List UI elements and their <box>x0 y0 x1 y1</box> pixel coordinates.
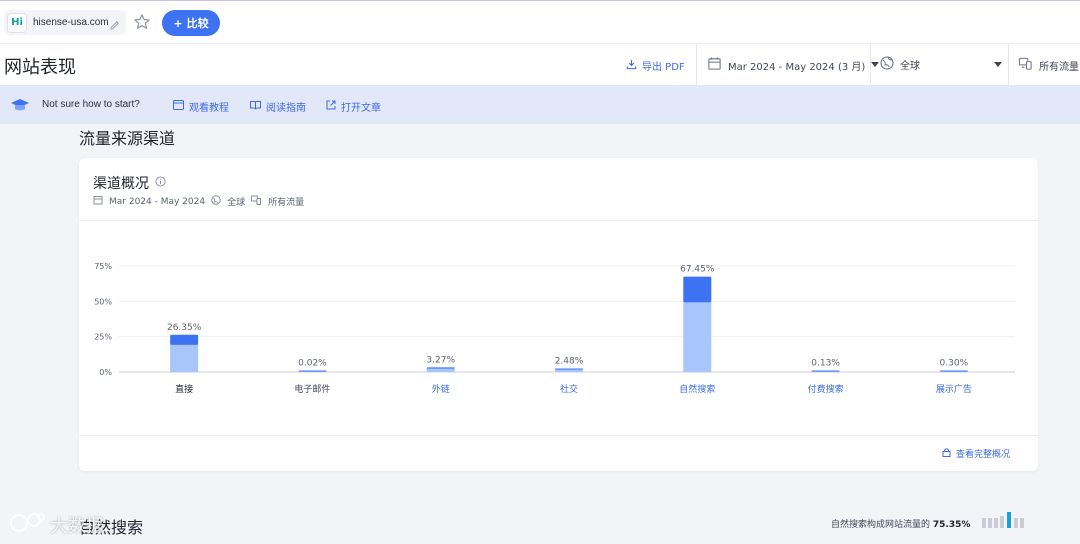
bar-segment-light <box>426 368 455 372</box>
chart-svg: 0% 25% 50% 75% 26.35% 直接 0.02% 电子邮件 3.27% 外链 2.48%… <box>94 262 1015 395</box>
page-title: 网站表现 <box>4 57 76 78</box>
watermark: 大数据 <box>8 511 104 538</box>
plus-icon: + <box>173 16 183 30</box>
open-article-label: 打开文章 <box>341 103 381 114</box>
watermark-logo-icon <box>8 511 46 538</box>
bar-value-label: 67.45% <box>680 265 715 275</box>
book-icon <box>250 100 261 113</box>
bar-segment-light <box>683 302 712 372</box>
top-bar: Hi hisense-usa.com + 比较 <box>0 0 1080 44</box>
card-meta: Mar 2024 - May 2024 全球 所有流量 <box>93 195 304 208</box>
card-meta-traffic: 所有流量 <box>268 198 305 208</box>
open-article-link[interactable]: 打开文章 <box>326 99 381 114</box>
organic-stat-value: 75.35% <box>932 520 971 530</box>
bar-segment-dark <box>170 334 199 345</box>
view-full-overview-link[interactable]: 查看完整概况 <box>942 447 1010 460</box>
y-tick-label: 25% <box>94 333 112 342</box>
site-name: hisense-usa.com <box>33 17 109 28</box>
bar-segment-light <box>555 369 583 372</box>
bar-value-label: 2.48% <box>555 356 584 366</box>
date-range-select[interactable]: Mar 2024 - May 2024 (3 月) <box>707 56 880 74</box>
calendar-icon <box>707 56 722 74</box>
globe-icon <box>880 56 894 73</box>
x-category-label[interactable]: 自然搜索 <box>679 383 715 395</box>
calendar-icon <box>93 195 103 208</box>
card-title: 渠道概况 <box>93 173 166 193</box>
devices-icon <box>251 195 262 208</box>
star-icon[interactable] <box>133 13 151 35</box>
x-category-label: 电子邮件 <box>294 383 330 395</box>
channel-overview-card: 渠道概况 Mar 2024 - May 2024 全球 所有流量 0% 25% 50… <box>79 158 1038 471</box>
devices-icon <box>1018 56 1033 74</box>
traffic-type-value: 所有流量 <box>1039 61 1079 73</box>
organic-stat-label: 自然搜索构成网站流量的 <box>831 520 931 530</box>
x-category-label[interactable]: 付费搜索 <box>808 383 844 395</box>
download-icon <box>626 59 637 73</box>
bar-segment-dark <box>811 370 840 372</box>
watermark-text: 大数据 <box>50 515 104 537</box>
x-category-label: 直接 <box>175 383 193 395</box>
view-full-overview-label: 查看完整概况 <box>955 450 1010 460</box>
video-icon <box>173 100 184 113</box>
read-guide-link[interactable]: 阅读指南 <box>250 99 306 114</box>
card-meta-date: Mar 2024 - May 2024 <box>109 196 206 207</box>
region-value: 全球 <box>900 61 920 72</box>
date-range-value: Mar 2024 - May 2024 (3 月) <box>728 61 866 73</box>
caret-down-icon <box>994 60 1002 71</box>
x-category-label[interactable]: 展示广告 <box>936 383 972 395</box>
watch-tutorial-link[interactable]: 观看教程 <box>173 99 229 114</box>
page-header: 网站表现 导出 PDF Mar 2024 - May 2024 (3 月) 全球… <box>0 44 1080 86</box>
header-divider <box>870 44 871 86</box>
help-banner: Not sure how to start? 观看教程 阅读指南 打开文章 <box>0 86 1080 124</box>
x-category-label[interactable]: 外链 <box>432 383 450 395</box>
bar-segment-dark <box>555 368 583 370</box>
card-meta-region: 全球 <box>227 198 246 208</box>
y-tick-label: 50% <box>94 297 112 306</box>
channel-bar-chart: 0% 25% 50% 75% 26.35% 直接 0.02% 电子邮件 3.27% 外链 2.48%… <box>79 220 1038 420</box>
organic-search-stat: 自然搜索构成网站流量的 75.35% <box>831 517 970 530</box>
read-guide-label: 阅读指南 <box>266 103 306 114</box>
compare-button[interactable]: + 比较 <box>162 10 220 36</box>
site-logo: Hi <box>7 12 27 33</box>
export-pdf-label: 导出 PDF <box>642 62 685 73</box>
y-tick-label: 75% <box>94 262 112 271</box>
section-title: 流量来源渠道 <box>79 129 176 148</box>
banner-question: Not sure how to start? <box>42 99 140 110</box>
compare-label: 比较 <box>186 17 209 30</box>
bar-value-label: 0.30% <box>940 359 969 369</box>
bar-segment-light <box>170 344 199 372</box>
pencil-icon[interactable] <box>109 16 120 35</box>
caret-down-icon <box>871 60 880 71</box>
external-link-icon <box>326 100 336 113</box>
card-title-text: 渠道概况 <box>93 176 149 192</box>
watch-tutorial-label: 观看教程 <box>189 103 229 114</box>
mini-bar-chart-icon <box>982 512 1024 528</box>
traffic-type-select[interactable]: 所有流量 <box>1018 56 1079 74</box>
x-category-label[interactable]: 社交 <box>560 383 578 395</box>
bar-value-label: 0.02% <box>298 359 327 369</box>
lock-icon <box>942 447 951 460</box>
bar-segment-dark <box>683 276 712 303</box>
region-select[interactable]: 全球 <box>880 56 1002 73</box>
graduation-cap-icon <box>10 97 30 117</box>
bar-value-label: 0.13% <box>811 359 840 369</box>
header-divider <box>1008 44 1009 86</box>
bar-value-label: 3.27% <box>426 355 455 365</box>
card-divider <box>79 435 1038 436</box>
bar-segment-dark <box>939 370 968 372</box>
y-tick-label: 0% <box>99 368 112 377</box>
export-pdf-button[interactable]: 导出 PDF <box>626 58 685 73</box>
bar-value-label: 26.35% <box>167 323 202 333</box>
info-icon[interactable] <box>155 175 166 191</box>
bar-segment-dark <box>426 367 455 369</box>
globe-icon <box>211 195 221 208</box>
bar-segment-dark <box>298 370 327 372</box>
header-divider <box>696 44 697 86</box>
site-selector[interactable]: Hi hisense-usa.com <box>4 10 126 35</box>
